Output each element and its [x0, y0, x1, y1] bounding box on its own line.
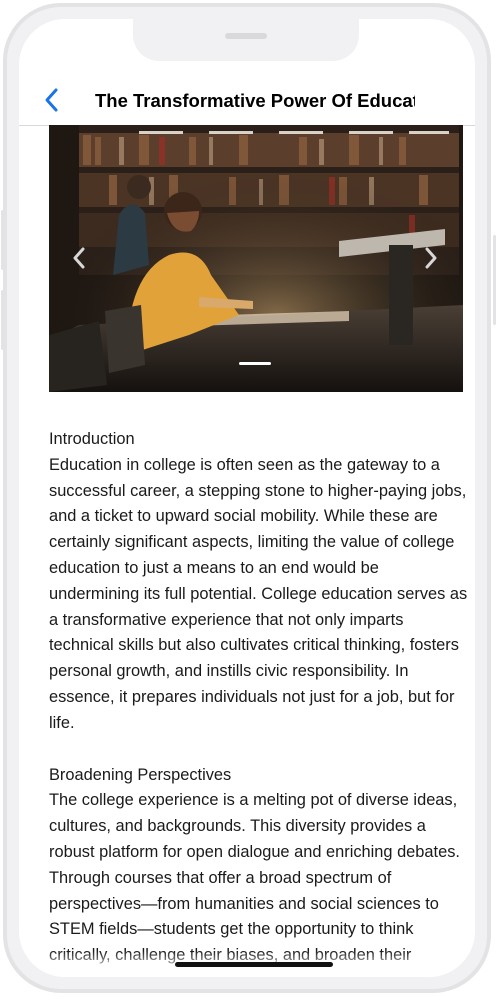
perspectives-heading: Broadening Perspectives	[49, 765, 232, 784]
phone-frame: The Transformative Power Of Educati Intr…	[3, 3, 491, 993]
side-button	[1, 210, 4, 270]
home-indicator[interactable]	[175, 962, 333, 967]
perspectives-paragraph: The college experience is a melting pot …	[49, 791, 460, 977]
article-body: Introduction Education in college is oft…	[49, 427, 469, 977]
intro-heading: Introduction	[49, 430, 135, 448]
side-button	[1, 290, 4, 350]
side-button	[493, 235, 496, 325]
perspectives-section: Broadening Perspectives The college expe…	[49, 763, 469, 977]
library-photo	[49, 125, 463, 392]
page-title: The Transformative Power Of Educati	[95, 90, 415, 111]
intro-paragraph: Education in college is often seen as th…	[49, 455, 468, 732]
notch	[133, 19, 359, 61]
speaker-grille	[225, 33, 267, 39]
carousel-next-icon[interactable]	[421, 245, 441, 271]
carousel-prev-icon[interactable]	[69, 245, 89, 271]
intro-section: Introduction Education in college is oft…	[49, 427, 469, 737]
chevron-left-icon[interactable]	[41, 87, 65, 113]
screen: The Transformative Power Of Educati Intr…	[19, 19, 475, 977]
image-carousel[interactable]	[49, 125, 463, 392]
carousel-page-indicator[interactable]	[239, 362, 271, 365]
navigation-bar: The Transformative Power Of Educati	[19, 75, 475, 126]
